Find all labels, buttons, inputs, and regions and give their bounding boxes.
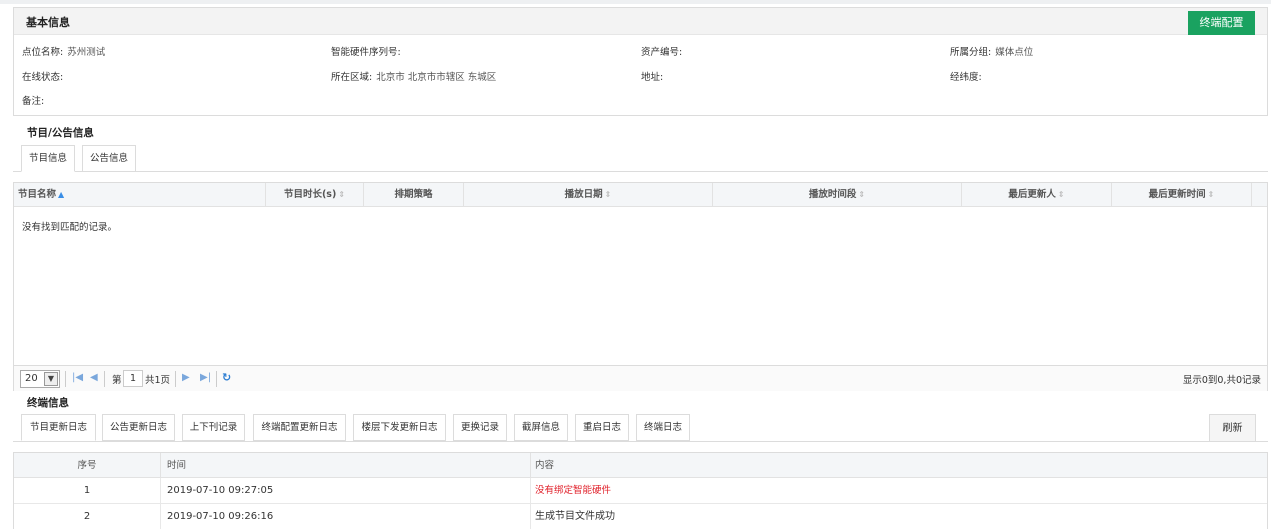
basic-info-panel: 基本信息 终端配置 点位名称: 苏州测试 智能硬件序列号: 资产编号: 所属分组:…: [13, 7, 1268, 116]
field-asset-number: 资产编号:: [641, 47, 683, 58]
col-last-update-time[interactable]: 最后更新时间 ⇕: [1112, 183, 1252, 207]
terminal-tab-divider: [13, 441, 1268, 442]
field-hardware-serial: 智能硬件序列号:: [331, 47, 401, 58]
first-page-icon[interactable]: |◀: [72, 372, 83, 383]
row-2-time: 2019-07-10 09:26:16: [161, 504, 531, 529]
col-content: 内容: [531, 453, 1267, 478]
field-point-name: 点位名称: 苏州测试: [22, 47, 106, 58]
tab-floor-update-log[interactable]: 楼层下发更新日志: [353, 414, 446, 441]
tab-replace-record[interactable]: 更换记录: [453, 414, 507, 441]
col-index: 序号: [14, 453, 161, 478]
sort-up-icon: ▲: [58, 190, 65, 199]
refresh-icon[interactable]: ↻: [222, 371, 231, 384]
field-coordinates: 经纬度:: [950, 72, 982, 83]
col-play-date[interactable]: 播放日期 ⇕: [464, 183, 713, 207]
tab-terminal-log[interactable]: 终端日志: [636, 414, 690, 441]
tab-config-update-log[interactable]: 终端配置更新日志: [253, 414, 346, 441]
row-2-index: 2: [14, 504, 161, 529]
row-1-time: 2019-07-10 09:27:05: [161, 478, 531, 504]
terminal-log-table: 序号 时间 内容 1 2019-07-10 09:27:05 没有绑定智能硬件 …: [13, 452, 1268, 529]
tab-publish-record[interactable]: 上下刊记录: [182, 414, 245, 441]
col-schedule-strategy: 排期策略: [364, 183, 464, 207]
empty-message: 没有找到匹配的记录。: [22, 222, 118, 233]
pager-separator: [104, 371, 105, 387]
page-total: 共1页: [145, 375, 171, 386]
field-address: 地址:: [641, 72, 664, 83]
col-last-updater[interactable]: 最后更新人 ⇕: [962, 183, 1112, 207]
tab-notice-info[interactable]: 公告信息: [82, 145, 136, 172]
basic-info-title: 基本信息: [26, 16, 70, 29]
row-1-content: 没有绑定智能硬件: [531, 478, 1267, 504]
program-tab-divider: [13, 171, 1268, 172]
pager-separator: [175, 371, 176, 387]
top-divider: [0, 0, 1271, 4]
program-section-title: 节目/公告信息: [27, 127, 94, 139]
field-region: 所在区域: 北京市 北京市市辖区 东城区: [331, 72, 497, 83]
col-program-name[interactable]: 节目名称 ▲: [14, 183, 266, 207]
page-size-select[interactable]: 20 ▼: [20, 370, 60, 388]
refresh-button[interactable]: 刷新: [1209, 414, 1256, 442]
prev-page-icon[interactable]: ◀: [90, 372, 98, 383]
col-scroll-spacer: [1252, 183, 1267, 207]
sort-both-icon: ⇕: [1057, 190, 1065, 199]
sort-both-icon: ⇕: [338, 190, 346, 199]
col-duration[interactable]: 节目时长(s) ⇕: [266, 183, 364, 207]
tab-notice-update-log[interactable]: 公告更新日志: [102, 414, 175, 441]
row-2-content: 生成节目文件成功: [531, 504, 1267, 529]
terminal-section-title: 终端信息: [27, 397, 69, 409]
field-group: 所属分组: 媒体点位: [950, 47, 1034, 58]
tab-program-update-log[interactable]: 节目更新日志: [21, 414, 96, 441]
col-play-time[interactable]: 播放时间段 ⇕: [713, 183, 962, 207]
next-page-icon[interactable]: ▶: [182, 372, 190, 383]
tab-program-info[interactable]: 节目信息: [21, 145, 75, 172]
chevron-down-icon: ▼: [44, 372, 58, 386]
pager-separator: [65, 371, 66, 387]
last-page-icon[interactable]: ▶|: [200, 372, 211, 383]
pager-summary: 显示0到0,共0记录: [1182, 375, 1261, 386]
tab-screenshot-info[interactable]: 截屏信息: [514, 414, 568, 441]
sort-both-icon: ⇕: [604, 190, 612, 199]
field-remark: 备注:: [22, 96, 45, 107]
sort-both-icon: ⇕: [1207, 190, 1215, 199]
col-time: 时间: [161, 453, 531, 478]
pager-separator: [216, 371, 217, 387]
program-table: 节目名称 ▲ 节目时长(s) ⇕ 排期策略 播放日期 ⇕ 播放时间段 ⇕ 最后更新人 ⇕ …: [13, 182, 1268, 391]
row-1-index: 1: [14, 478, 161, 504]
page-prefix: 第: [112, 375, 122, 386]
sort-both-icon: ⇕: [858, 190, 866, 199]
field-online-status: 在线状态:: [22, 72, 64, 83]
page-number-input[interactable]: 1: [123, 370, 143, 387]
basic-info-header: 基本信息 终端配置: [14, 8, 1267, 35]
pagination-bar: 20 ▼ |◀ ◀ 第 1 共1页 ▶ ▶| ↻ 显示0到0,共0记录: [14, 365, 1267, 391]
tab-reboot-log[interactable]: 重启日志: [575, 414, 629, 441]
terminal-config-button[interactable]: 终端配置: [1188, 11, 1255, 35]
